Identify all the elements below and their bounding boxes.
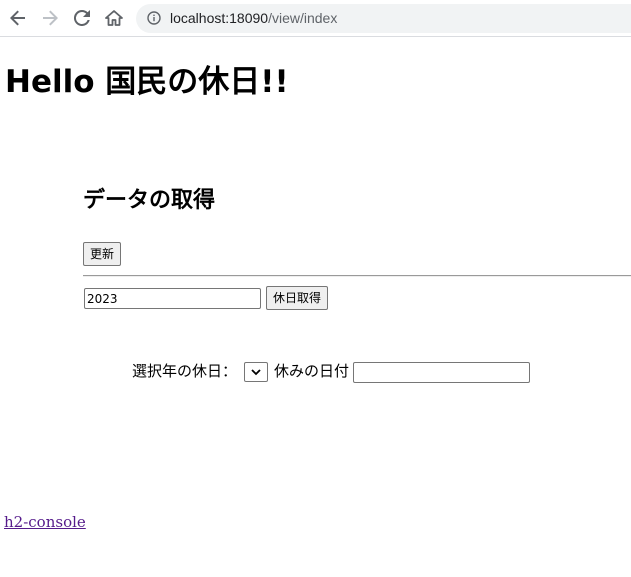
page-content: Hello 国民の休日!! データの取得 更新 休日取得 選択年の休日： 休みの… <box>0 38 631 577</box>
info-icon[interactable] <box>147 11 161 25</box>
back-arrow-icon <box>10 10 25 26</box>
h2-console-link[interactable]: h2-console <box>4 513 86 532</box>
reload-button[interactable] <box>71 7 93 29</box>
year-input[interactable] <box>84 288 261 309</box>
chevron-down-icon <box>251 368 261 375</box>
address-bar[interactable]: localhost:18090/view/index <box>136 4 631 33</box>
forward-button[interactable] <box>39 7 61 29</box>
page-title: Hello 国民の休日!! <box>5 64 289 100</box>
url-host: localhost:18090 <box>170 10 269 26</box>
get-holidays-button[interactable]: 休日取得 <box>266 286 329 310</box>
holiday-date-input[interactable] <box>353 362 530 383</box>
url-path: /view/index <box>268 10 338 26</box>
url-text[interactable]: localhost:18090/view/index <box>170 10 337 27</box>
home-button[interactable] <box>103 7 125 29</box>
back-button[interactable] <box>7 7 29 29</box>
holiday-select[interactable] <box>244 362 268 382</box>
holiday-date-label: 休みの日付 <box>274 362 350 380</box>
browser-toolbar: localhost:18090/view/index <box>0 0 631 37</box>
refresh-button[interactable]: 更新 <box>83 242 122 266</box>
section-heading: データの取得 <box>83 188 216 213</box>
forward-arrow-icon <box>43 10 58 26</box>
reload-icon <box>74 10 90 26</box>
year-holiday-label: 選択年の休日： <box>132 362 238 380</box>
divider <box>83 275 631 277</box>
home-icon <box>105 10 123 26</box>
